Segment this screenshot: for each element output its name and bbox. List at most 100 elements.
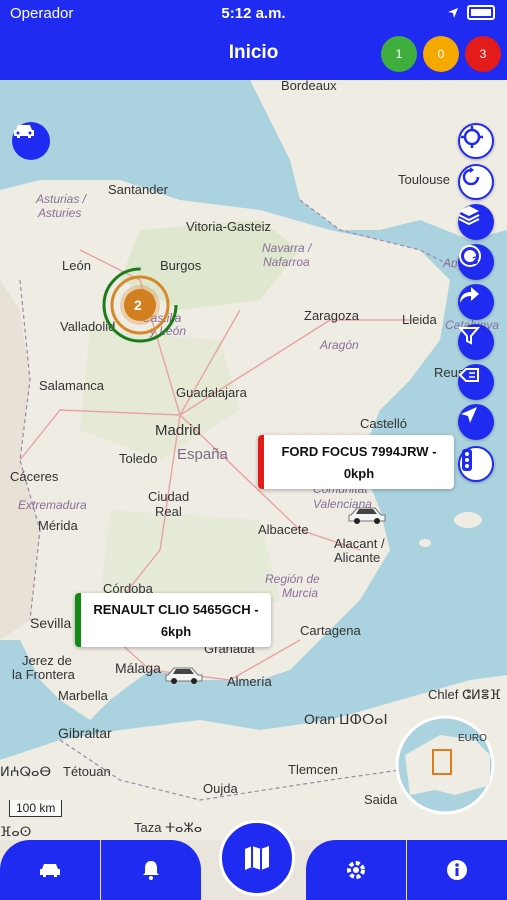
place-taza: Taza ⵜⴰⵣⴰ xyxy=(134,820,203,835)
place-oujda: Oujda xyxy=(203,781,238,796)
place-toledo: Toledo xyxy=(119,451,158,466)
place-saida: Saida xyxy=(364,792,398,807)
map-tab-button[interactable] xyxy=(219,820,295,896)
place-asturias: Asturias / xyxy=(36,192,87,206)
place-salamanca: Salamanca xyxy=(39,378,105,393)
place-merida: Mérida xyxy=(38,518,78,533)
place-navarra: Navarra / xyxy=(262,241,312,255)
status-bar-red xyxy=(258,435,264,489)
filter-button[interactable] xyxy=(458,324,494,360)
cluster-marker[interactable] xyxy=(100,265,184,349)
place-oran: Oran ⵡⵀⵔⴰⵏ xyxy=(304,711,388,727)
share-arrow-icon xyxy=(460,287,479,303)
traffic-light-icon xyxy=(462,449,472,471)
bell-icon xyxy=(143,861,159,880)
tab-alerts[interactable] xyxy=(101,840,201,900)
place-ciudad: Ciudad xyxy=(148,489,190,504)
vehicle-label-line1: FORD FOCUS 7994JRW - xyxy=(281,444,437,459)
place-extremadura: Extremadura xyxy=(18,498,87,512)
scale-bar: 100 km xyxy=(9,800,63,817)
status-bar-green xyxy=(75,593,81,647)
place-nafarroa: Nafarroa xyxy=(263,255,310,269)
place-santander: Santander xyxy=(108,182,168,197)
crosshair-icon xyxy=(461,126,483,148)
status-bar: Operador 5:12 a.m. xyxy=(0,0,507,28)
map-icon xyxy=(245,846,269,870)
minimap-label: EURO xyxy=(458,733,487,744)
minimap[interactable] xyxy=(395,715,495,815)
car-marker-renault[interactable] xyxy=(164,663,204,685)
place-region: Región de xyxy=(265,572,320,586)
navigate-button[interactable] xyxy=(458,404,494,440)
place-cartagena: Cartagena xyxy=(300,623,361,638)
place-albacete: Albacete xyxy=(258,522,309,537)
place-alicante: Alicante xyxy=(334,550,381,565)
place-asturies: Asturies xyxy=(38,206,82,220)
place-bordeaux: Bordeaux xyxy=(281,80,337,93)
tag-button[interactable] xyxy=(458,364,494,400)
place-tetouan: Tétouan xyxy=(63,764,111,779)
vehicle-label-line1: RENAULT CLIO 5465GCH - xyxy=(93,602,259,617)
traffic-light-button[interactable] xyxy=(458,446,494,482)
status-badge-orange[interactable]: 0 xyxy=(423,36,459,72)
place-gibraltar: Gibraltar xyxy=(58,725,112,741)
refresh-button[interactable] xyxy=(458,164,494,200)
place-leon: León xyxy=(62,258,91,273)
status-badge-green[interactable]: 1 xyxy=(381,36,417,72)
place-rabat: ⵍⵄⵕⴰⴱ xyxy=(0,764,51,779)
ring-icon xyxy=(459,245,481,267)
car-icon xyxy=(14,125,34,138)
map-view[interactable]: Bordeaux Toulouse Santander Asturias / A… xyxy=(0,80,507,840)
vehicle-popup-renault[interactable]: RENAULT CLIO 5465GCH - 6kph xyxy=(75,593,271,647)
place-fes: ⴼⴰⵙ xyxy=(0,824,32,839)
navigation-arrow-icon xyxy=(461,407,477,423)
tab-vehicles[interactable] xyxy=(0,840,100,900)
status-badge-red[interactable]: 3 xyxy=(465,36,501,72)
place-aragon: Aragón xyxy=(320,338,359,352)
locate-me-button[interactable] xyxy=(458,123,494,159)
car-marker-ford[interactable] xyxy=(347,503,387,525)
status-time: 5:12 a.m. xyxy=(221,5,286,22)
place-caceres: Cáceres xyxy=(10,469,59,484)
place-castello: Castelló xyxy=(360,416,407,431)
refresh-icon xyxy=(462,167,480,186)
place-zaragoza: Zaragoza xyxy=(304,308,359,323)
place-guadalajara: Guadalajara xyxy=(176,385,247,400)
info-icon xyxy=(447,860,467,880)
location-arrow-icon xyxy=(448,7,458,18)
vehicle-popup-ford[interactable]: FORD FOCUS 7994JRW - 0kph xyxy=(258,435,454,489)
place-lleida: Lleida xyxy=(402,312,437,327)
place-chlef: Chlef ⵛⵍⴻⴼ xyxy=(428,687,502,702)
place-marbella: Marbella xyxy=(58,688,108,703)
place-espana: España xyxy=(177,446,228,463)
vehicle-list-button[interactable] xyxy=(12,122,50,160)
tag-icon xyxy=(458,368,479,382)
gear-icon xyxy=(347,861,365,879)
place-lafrontera: la Frontera xyxy=(12,667,75,682)
status-icons xyxy=(447,5,495,20)
layers-button[interactable] xyxy=(458,204,494,240)
vehicle-label-line2: 0kph xyxy=(343,466,375,481)
place-real: Real xyxy=(155,504,182,519)
place-murcia: Murcia xyxy=(282,586,319,600)
vehicle-label-line2: 6kph xyxy=(160,624,192,639)
battery-icon xyxy=(467,5,495,20)
place-malaga: Málaga xyxy=(115,660,161,676)
filter-icon xyxy=(458,327,480,345)
place-jerez: Jerez de xyxy=(22,653,72,668)
place-tlemcen: Tlemcen xyxy=(288,762,338,777)
layers-count: 3 xyxy=(472,255,479,267)
place-madrid: Madrid xyxy=(155,422,201,439)
place-almeria: Almería xyxy=(227,674,272,689)
tab-settings[interactable] xyxy=(306,840,406,900)
share-button[interactable] xyxy=(458,284,494,320)
place-vitoria: Vitoria-Gasteiz xyxy=(186,219,272,234)
place-toulouse: Toulouse xyxy=(398,172,451,187)
tab-info[interactable] xyxy=(407,840,507,900)
place-sevilla: Sevilla xyxy=(30,615,72,631)
car-icon xyxy=(40,864,60,877)
layers-icon xyxy=(458,206,480,226)
app-header: Inicio 1 0 3 xyxy=(0,28,507,80)
cluster-count: 2 xyxy=(134,297,142,313)
place-alacant: Alacant / xyxy=(334,536,385,551)
